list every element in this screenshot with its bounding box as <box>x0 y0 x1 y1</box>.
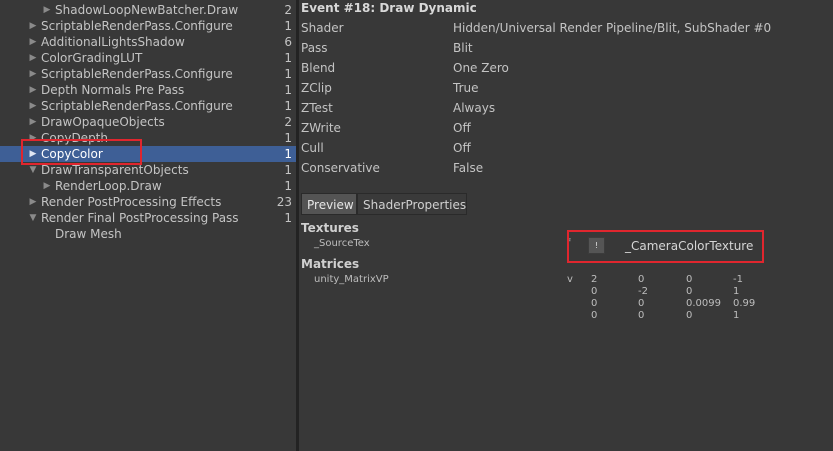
event-title: Event #18: Draw Dynamic <box>301 1 477 15</box>
tree-row[interactable]: ▶ Depth Normals Pre Pass 1 <box>0 82 296 98</box>
tab-preview[interactable]: Preview <box>301 193 357 215</box>
matrix-name: unity_MatrixVP <box>314 274 389 285</box>
matrix-cell: 1 <box>733 286 740 297</box>
matrix-cell: 0 <box>591 298 598 309</box>
expand-arrow-icon[interactable]: ▶ <box>28 194 38 210</box>
matrix-cell: 1 <box>733 310 740 321</box>
property-label: Blend <box>301 61 336 75</box>
tree-row[interactable]: ▶ ScriptableRenderPass.Configure 1 <box>0 66 296 82</box>
expand-arrow-icon[interactable]: ▶ <box>42 178 52 194</box>
tree-row[interactable]: ▶ ScriptableRenderPass.Configure 1 <box>0 18 296 34</box>
expand-arrow-icon[interactable]: ▶ <box>28 18 38 34</box>
tree-row-count: 1 <box>284 83 292 97</box>
tree-row[interactable]: ▶ ScriptableRenderPass.Configure 1 <box>0 98 296 114</box>
tree-row[interactable]: ▶ Render PostProcessing Effects 23 <box>0 194 296 210</box>
tree-row-label: ColorGradingLUT <box>41 51 143 65</box>
expand-arrow-icon[interactable]: ▶ <box>42 2 52 18</box>
matrices-heading: Matrices <box>301 257 360 271</box>
matrix-cell: 0 <box>591 286 598 297</box>
collapse-arrow-icon[interactable]: ▼ <box>28 210 38 226</box>
property-value: One Zero <box>453 61 509 75</box>
tree-row-label: Depth Normals Pre Pass <box>41 83 185 97</box>
expand-arrow-icon[interactable]: ▶ <box>28 34 38 50</box>
tree-row-label: ScriptableRenderPass.Configure <box>41 67 233 81</box>
matrix-cell: 0 <box>686 286 693 297</box>
texture-name: _SourceTex <box>314 238 370 249</box>
tree-row-count: 1 <box>284 51 292 65</box>
expand-arrow-icon[interactable]: ▶ <box>28 114 38 130</box>
tree-row-label: Render Final PostProcessing Pass <box>41 211 239 225</box>
tree-row-label: ScriptableRenderPass.Configure <box>41 19 233 33</box>
property-label: ZTest <box>301 101 333 115</box>
property-label: ZWrite <box>301 121 341 135</box>
annotation-highlight-box <box>21 139 142 165</box>
expand-arrow-icon[interactable]: ▶ <box>28 50 38 66</box>
tree-row-count: 6 <box>284 35 292 49</box>
matrix-cell: 0 <box>686 274 693 285</box>
matrix-cell: -2 <box>638 286 648 297</box>
tree-row[interactable]: ▶ DrawOpaqueObjects 2 <box>0 114 296 130</box>
tree-row-count: 1 <box>284 211 292 225</box>
property-value: Blit <box>453 41 473 55</box>
tree-row[interactable]: Draw Mesh <box>0 226 296 242</box>
event-details-panel: Event #18: Draw Dynamic Shader Hidden/Un… <box>299 0 833 451</box>
textures-heading: Textures <box>301 221 359 235</box>
tree-row-label: Render PostProcessing Effects <box>41 195 222 209</box>
matrix-cell: 0 <box>591 310 598 321</box>
expand-arrow-icon[interactable]: ▶ <box>28 66 38 82</box>
property-label: Cull <box>301 141 324 155</box>
property-value: Off <box>453 121 471 135</box>
tree-row-label: ScriptableRenderPass.Configure <box>41 99 233 113</box>
tree-row-label: AdditionalLightsShadow <box>41 35 185 49</box>
tree-row-count: 1 <box>284 67 292 81</box>
property-label: Pass <box>301 41 328 55</box>
tree-row-label: RenderLoop.Draw <box>55 179 162 193</box>
tree-row[interactable]: ▶ RenderLoop.Draw 1 <box>0 178 296 194</box>
tree-row-count: 2 <box>284 115 292 129</box>
property-label: Conservative <box>301 161 380 175</box>
tree-row-count: 1 <box>284 99 292 113</box>
matrix-cell: 0 <box>638 298 645 309</box>
matrix-cell: 0.0099 <box>686 298 721 309</box>
matrix-stage: v <box>567 274 573 285</box>
matrix-cell: 0 <box>686 310 693 321</box>
tree-row[interactable]: ▶ ShadowLoopNewBatcher.Draw 2 <box>0 2 296 18</box>
tree-row[interactable]: ▶ ColorGradingLUT 1 <box>0 50 296 66</box>
matrix-cell: 0 <box>638 274 645 285</box>
matrix-cell: 2 <box>591 274 598 285</box>
tree-row[interactable]: ▼ Render Final PostProcessing Pass 1 <box>0 210 296 226</box>
tree-row[interactable]: ▶ AdditionalLightsShadow 6 <box>0 34 296 50</box>
property-label: Shader <box>301 21 344 35</box>
tree-row-label: ShadowLoopNewBatcher.Draw <box>55 3 239 17</box>
tree-row-count: 1 <box>284 163 292 177</box>
tree-row-count: 1 <box>284 19 292 33</box>
tree-row-count: 1 <box>284 179 292 193</box>
tree-row-label: Draw Mesh <box>55 227 122 241</box>
tree-row-count: 23 <box>276 195 292 209</box>
matrix-cell: 0.99 <box>733 298 756 309</box>
event-hierarchy-panel: ▶ ShadowLoopNewBatcher.Draw 2 ▶ Scriptab… <box>0 0 296 451</box>
property-value: Off <box>453 141 471 155</box>
tree-row-count: 1 <box>284 147 292 161</box>
property-value: True <box>453 81 479 95</box>
property-value: Always <box>453 101 496 115</box>
property-value: Hidden/Universal Render Pipeline/Blit, S… <box>453 21 772 35</box>
tree-row-count: 2 <box>284 3 292 17</box>
expand-arrow-icon[interactable]: ▶ <box>28 98 38 114</box>
property-label: ZClip <box>301 81 332 95</box>
property-value: False <box>453 161 484 175</box>
tree-row-count: 1 <box>284 131 292 145</box>
matrix-cell: 0 <box>638 310 645 321</box>
tab-shader-properties[interactable]: ShaderProperties <box>357 193 467 215</box>
expand-arrow-icon[interactable]: ▶ <box>28 82 38 98</box>
tree-row-label: DrawOpaqueObjects <box>41 115 165 129</box>
matrix-cell: -1 <box>733 274 743 285</box>
annotation-highlight-box <box>567 230 764 263</box>
